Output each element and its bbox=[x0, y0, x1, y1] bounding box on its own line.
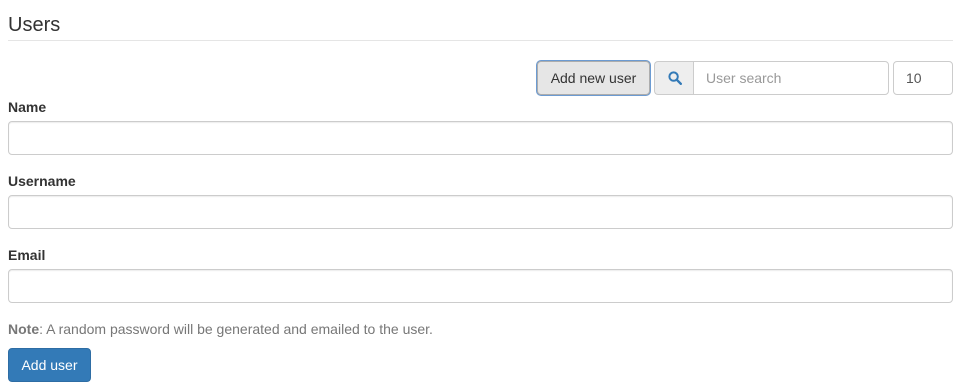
users-page: Users Add new user 10 Name Username Emai… bbox=[0, 0, 975, 392]
page-title: Users bbox=[8, 14, 61, 36]
note-text: : A random password will be generated an… bbox=[39, 321, 433, 337]
note-prefix: Note bbox=[8, 321, 40, 337]
search-icon bbox=[667, 71, 682, 85]
title-divider bbox=[8, 40, 953, 41]
add-user-button[interactable]: Add user bbox=[8, 348, 91, 382]
username-field[interactable] bbox=[8, 195, 953, 229]
name-field[interactable] bbox=[8, 121, 953, 155]
toolbar: Add new user 10 bbox=[0, 61, 975, 95]
add-new-user-button[interactable]: Add new user bbox=[537, 61, 650, 95]
email-field[interactable] bbox=[8, 269, 953, 303]
email-label: Email bbox=[8, 247, 46, 263]
user-search-input[interactable] bbox=[693, 61, 889, 95]
username-label: Username bbox=[8, 173, 76, 189]
password-note: Note: A random password will be generate… bbox=[8, 320, 433, 338]
name-label: Name bbox=[8, 99, 47, 115]
search-button[interactable] bbox=[654, 61, 694, 95]
page-size-field[interactable]: 10 bbox=[893, 61, 953, 95]
